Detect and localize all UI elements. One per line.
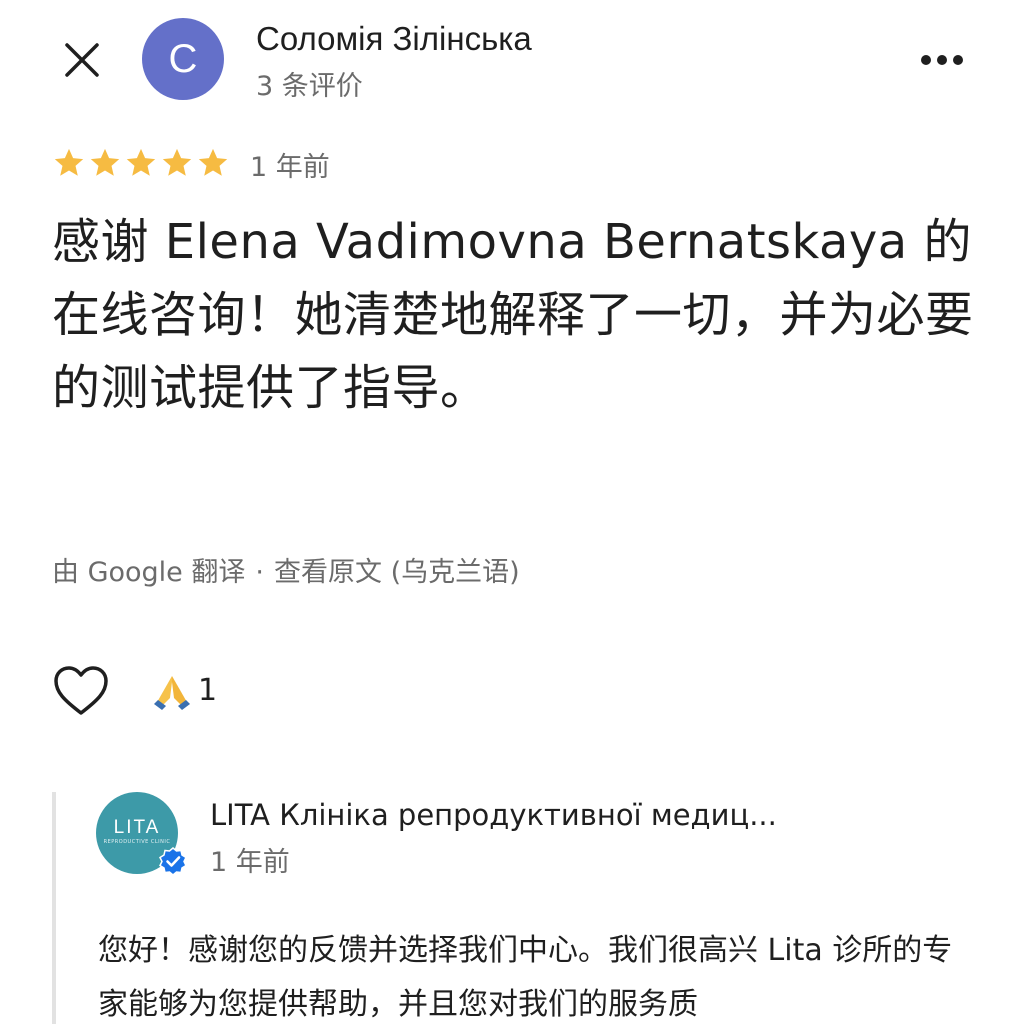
reply-divider <box>52 792 56 1024</box>
owner-reply-time: 1 年前 <box>210 847 290 878</box>
heart-outline-icon <box>54 666 108 715</box>
emoji-reaction[interactable]: 1 <box>150 670 217 710</box>
review-text: 感谢 Elena Vadimovna Bernatskaya 的在线咨询！她清楚… <box>52 214 974 416</box>
owner-name[interactable]: LITA Клініка репродуктивної медиц... <box>210 798 777 832</box>
star-rating <box>52 146 230 180</box>
more-options-button[interactable] <box>914 38 970 82</box>
author-name[interactable]: Соломія Зілінська <box>256 20 532 58</box>
translated-by-label: 由 Google 翻译 <box>52 557 246 588</box>
folded-hands-icon <box>154 676 190 710</box>
star-icon <box>126 148 156 176</box>
more-vert-icon <box>921 55 963 65</box>
review-time: 1 年前 <box>250 152 330 183</box>
separator-dot: · <box>255 557 264 588</box>
reaction-count: 1 <box>198 672 218 708</box>
view-original-link[interactable]: 查看原文 (乌克兰语) <box>274 557 520 588</box>
owner-reply-text: 您好！感谢您的反馈并选择我们中心。我们很高兴 Lita 诊所的专家能够为您提供帮… <box>98 933 953 1022</box>
avatar-letter: C <box>168 36 198 81</box>
logo-subtitle: REPRODUCTIVE CLINIC <box>103 839 171 845</box>
verified-badge-icon <box>159 847 187 876</box>
star-icon <box>90 148 120 176</box>
author-review-count: 3 条评价 <box>256 71 363 102</box>
star-icon <box>54 148 84 176</box>
star-icon <box>162 148 192 176</box>
review-detail-page: C Соломія Зілінська 3 条评价 1 年前 感谢 Elena … <box>0 0 1024 1024</box>
like-button[interactable] <box>52 664 110 718</box>
close-icon <box>65 43 99 77</box>
logo-text: LITA <box>113 817 161 838</box>
close-button[interactable] <box>52 30 112 90</box>
author-avatar[interactable]: C <box>142 18 224 100</box>
star-icon <box>198 148 228 176</box>
translation-info: 由 Google 翻译 · 查看原文 (乌克兰语) <box>52 550 520 589</box>
